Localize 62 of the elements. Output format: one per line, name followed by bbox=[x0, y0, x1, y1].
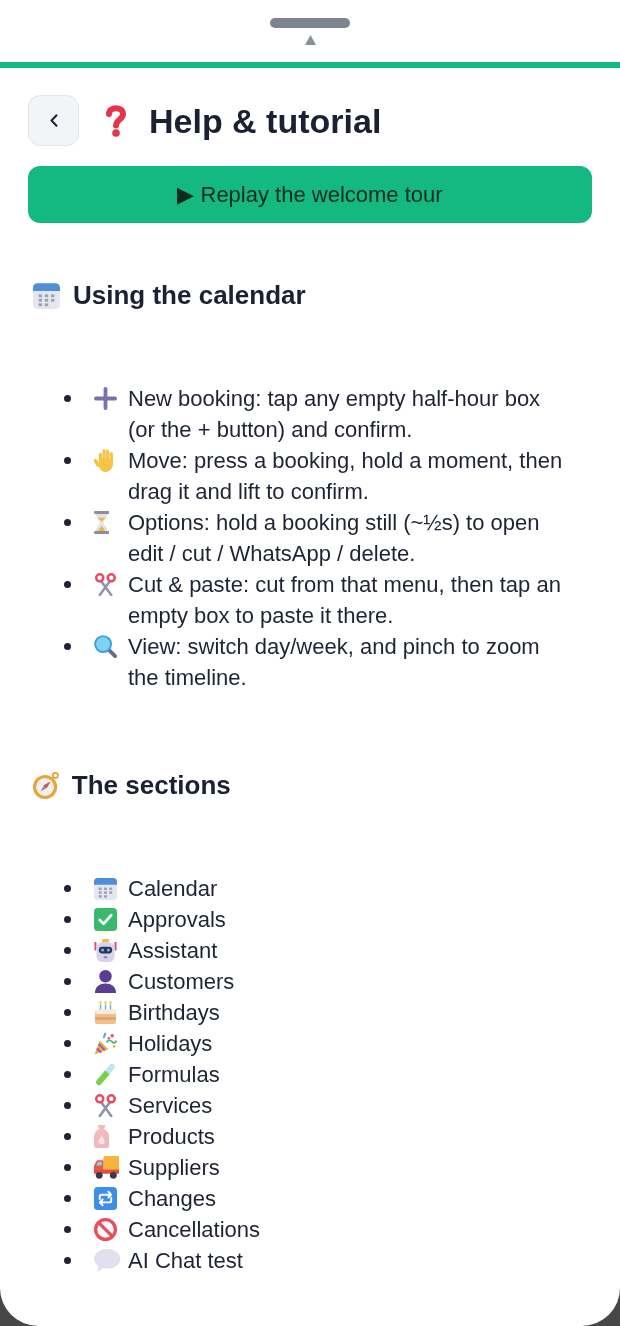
tip-text: Options: hold a booking still (~½s) to open edit / cut / WhatsApp / delete. bbox=[128, 509, 541, 568]
section-label: Customers bbox=[128, 968, 236, 996]
section-label: Products bbox=[128, 1123, 216, 1151]
section-label: Changes bbox=[128, 1185, 218, 1213]
section-label: Suppliers bbox=[128, 1154, 221, 1182]
page-title: Help & tutorial bbox=[149, 100, 382, 141]
replay-tour-button[interactable]: ▶ Replay the welcome tour bbox=[28, 166, 592, 223]
repeat-icon bbox=[94, 1187, 117, 1210]
section-label: Formulas bbox=[128, 1061, 221, 1089]
tip-text: View: switch day/week, and pinch to zoom the timeline. bbox=[128, 633, 541, 692]
tip-text: Cut & paste: cut from that menu, then tap an empty box to paste it there. bbox=[128, 571, 562, 630]
bullet-icon bbox=[64, 457, 71, 464]
section-heading: Using the calendar bbox=[73, 279, 306, 311]
search-icon bbox=[94, 635, 117, 658]
up-triangle-icon bbox=[304, 35, 316, 45]
section-label: Services bbox=[128, 1092, 214, 1120]
bullet-icon bbox=[64, 395, 71, 402]
section-label: Approvals bbox=[128, 906, 227, 934]
bullet-icon bbox=[64, 1133, 71, 1140]
bullet-icon bbox=[64, 1040, 71, 1047]
check-box-icon bbox=[94, 908, 117, 931]
party-popper-icon bbox=[94, 1032, 117, 1055]
speech-bubble-icon bbox=[94, 1249, 121, 1272]
bottle-icon bbox=[94, 1125, 110, 1148]
section-label: Cancellations bbox=[128, 1216, 262, 1244]
bullet-icon bbox=[64, 1102, 71, 1109]
calendar-icon bbox=[94, 877, 117, 900]
drag-handle[interactable] bbox=[270, 18, 350, 28]
bullet-icon bbox=[64, 1226, 71, 1233]
bullet-icon bbox=[64, 643, 71, 650]
tip-text: New booking: tap any empty half-hour box (or the + button) and confirm. bbox=[128, 385, 542, 444]
section-label: Holidays bbox=[128, 1030, 214, 1058]
scissors-icon bbox=[94, 1094, 117, 1117]
scissors-icon bbox=[94, 573, 117, 596]
bullet-icon bbox=[64, 1071, 71, 1078]
bullet-icon bbox=[64, 1164, 71, 1171]
question-mark-icon bbox=[105, 104, 127, 137]
bullet-icon bbox=[64, 1257, 71, 1264]
bullet-icon bbox=[64, 978, 71, 985]
hourglass-icon bbox=[94, 511, 110, 534]
robot-icon bbox=[94, 939, 117, 962]
bullet-icon bbox=[64, 947, 71, 954]
plus-icon bbox=[94, 387, 117, 410]
prohibited-icon bbox=[94, 1218, 117, 1241]
bullet-icon bbox=[64, 885, 71, 892]
person-icon bbox=[94, 970, 117, 993]
section-label: AI Chat test bbox=[128, 1247, 244, 1275]
section-heading: The sections bbox=[71, 769, 231, 801]
bullet-icon bbox=[64, 1195, 71, 1202]
section-label: Birthdays bbox=[128, 999, 221, 1027]
section-label: Assistant bbox=[128, 937, 219, 965]
bullet-icon bbox=[64, 1009, 71, 1016]
chevron-left-icon bbox=[49, 114, 58, 127]
bullet-icon bbox=[64, 916, 71, 923]
compass-icon bbox=[33, 771, 59, 799]
section-label: Calendar bbox=[128, 875, 219, 903]
bullet-icon bbox=[64, 581, 71, 588]
bullet-icon bbox=[64, 519, 71, 526]
tip-text: Move: press a booking, hold a moment, then drag it and lift to confirm. bbox=[128, 447, 564, 506]
cake-icon bbox=[94, 1001, 117, 1024]
truck-icon bbox=[94, 1156, 120, 1179]
calendar-icon bbox=[33, 281, 60, 309]
